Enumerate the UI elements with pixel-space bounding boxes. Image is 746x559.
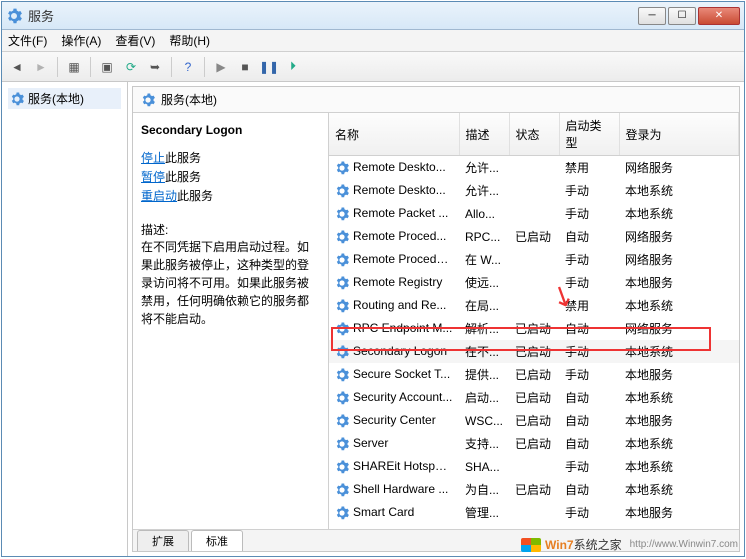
services-window: 服务 ─ ☐ ✕ 文件(F) 操作(A) 查看(V) 帮助(H) ◄ ► ▦ ▣… [1, 1, 745, 557]
table-row[interactable]: Shell Hardware ...为自...已启动自动本地系统 [329, 478, 739, 501]
pause-service-button[interactable]: ❚❚ [258, 56, 280, 78]
services-table: 名称 描述 状态 启动类型 登录为 Remote Deskto...允许...禁… [329, 113, 739, 529]
content-header-label: 服务(本地) [161, 91, 217, 108]
content-panel: 服务(本地) Secondary Logon 停止此服务 暂停此服务 重启动此服… [132, 86, 740, 552]
table-row[interactable]: Smart Card管理...手动本地服务 [329, 501, 739, 524]
export-button[interactable]: ➥ [144, 56, 166, 78]
table-row[interactable]: Smart Card Rem...允许...禁用本地系统 [329, 524, 739, 529]
restart-link[interactable]: 重启动 [141, 189, 177, 203]
gear-icon [141, 93, 155, 107]
titlebar[interactable]: 服务 ─ ☐ ✕ [2, 2, 744, 30]
table-row[interactable]: RPC Endpoint M...解析...已启动自动网络服务 [329, 317, 739, 340]
services-icon [6, 8, 22, 24]
properties-button[interactable]: ▣ [96, 56, 118, 78]
menu-view[interactable]: 查看(V) [115, 32, 155, 49]
tab-standard[interactable]: 标准 [191, 530, 243, 551]
menu-help[interactable]: 帮助(H) [169, 32, 210, 49]
table-row[interactable]: Routing and Re...在局...禁用本地系统 [329, 294, 739, 317]
content-header: 服务(本地) [133, 87, 739, 113]
pause-link[interactable]: 暂停 [141, 170, 165, 184]
table-row[interactable]: Server支持...已启动自动本地系统 [329, 432, 739, 455]
tree-panel: 服务(本地) [2, 82, 128, 556]
windows-flag-icon [521, 538, 541, 552]
table-row[interactable]: Secure Socket T...提供...已启动手动本地服务 [329, 363, 739, 386]
table-row[interactable]: Secondary Logon在不...已启动手动本地系统 [329, 340, 739, 363]
desc-text: 在不同凭据下启用启动过程。如果此服务被停止，这种类型的登录访问将不可用。如果此服… [141, 238, 320, 328]
col-startup[interactable]: 启动类型 [559, 113, 619, 156]
stop-service-button[interactable]: ■ [234, 56, 256, 78]
minimize-button[interactable]: ─ [638, 7, 666, 25]
show-hide-button[interactable]: ▦ [63, 56, 85, 78]
window-title: 服务 [28, 6, 638, 25]
restart-service-button[interactable]: ⏵ [282, 56, 304, 78]
tree-root[interactable]: 服务(本地) [8, 88, 121, 109]
menu-action[interactable]: 操作(A) [61, 32, 101, 49]
tree-root-label: 服务(本地) [28, 90, 84, 107]
table-row[interactable]: Remote Packet ...Allo...手动本地系统 [329, 202, 739, 225]
table-row[interactable]: Security CenterWSC...已启动自动本地服务 [329, 409, 739, 432]
table-row[interactable]: Remote Registry使远...手动本地服务 [329, 271, 739, 294]
table-row[interactable]: SHAREit Hotspot...SHA...手动本地系统 [329, 455, 739, 478]
help-button[interactable]: ? [177, 56, 199, 78]
table-row[interactable]: Security Account...启动...已启动自动本地系统 [329, 386, 739, 409]
table-row[interactable]: Remote Deskto...允许...手动本地系统 [329, 179, 739, 202]
start-service-button[interactable]: ▶ [210, 56, 232, 78]
maximize-button[interactable]: ☐ [668, 7, 696, 25]
tab-extended[interactable]: 扩展 [137, 530, 189, 551]
forward-button[interactable]: ► [30, 56, 52, 78]
table-row[interactable]: Remote Procedu...在 W...手动网络服务 [329, 248, 739, 271]
selected-service-title: Secondary Logon [141, 123, 320, 137]
back-button[interactable]: ◄ [6, 56, 28, 78]
watermark: Win7系统之家 http://www.Winwin7.com [521, 536, 738, 553]
table-row[interactable]: Remote Proced...RPC...已启动自动网络服务 [329, 225, 739, 248]
refresh-button[interactable]: ⟳ [120, 56, 142, 78]
detail-panel: Secondary Logon 停止此服务 暂停此服务 重启动此服务 描述: 在… [133, 113, 329, 529]
toolbar: ◄ ► ▦ ▣ ⟳ ➥ ? ▶ ■ ❚❚ ⏵ [2, 52, 744, 82]
col-status[interactable]: 状态 [509, 113, 559, 156]
table-row[interactable]: Remote Deskto...允许...禁用网络服务 [329, 156, 739, 180]
stop-link[interactable]: 停止 [141, 151, 165, 165]
gear-icon [10, 92, 24, 106]
col-name[interactable]: 名称 [329, 113, 459, 156]
desc-label: 描述: [141, 221, 320, 238]
col-desc[interactable]: 描述 [459, 113, 509, 156]
menu-file[interactable]: 文件(F) [8, 32, 47, 49]
menubar: 文件(F) 操作(A) 查看(V) 帮助(H) [2, 30, 744, 52]
col-logon[interactable]: 登录为 [619, 113, 739, 156]
services-table-wrap[interactable]: 名称 描述 状态 启动类型 登录为 Remote Deskto...允许...禁… [329, 113, 739, 529]
close-button[interactable]: ✕ [698, 7, 740, 25]
